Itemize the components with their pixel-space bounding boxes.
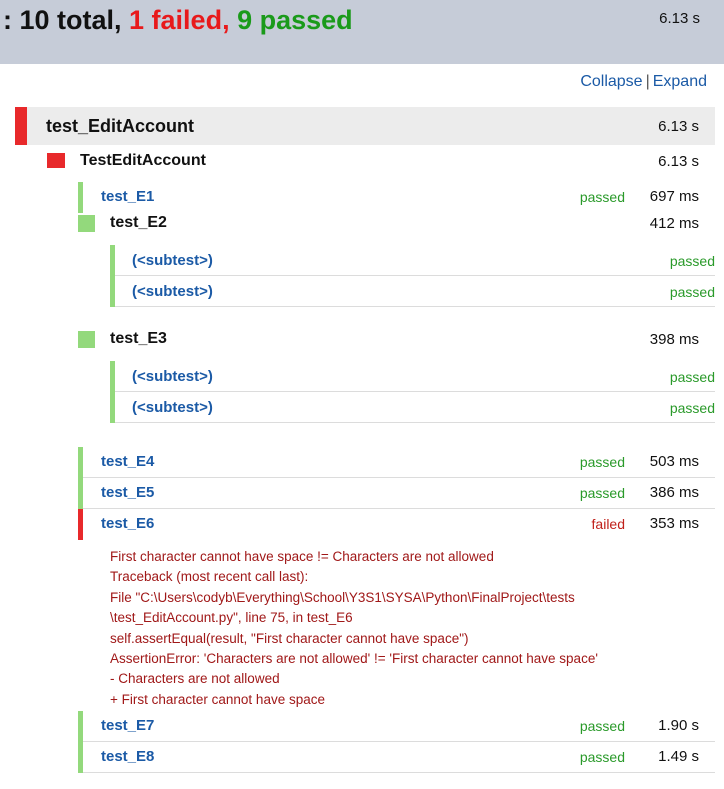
traceback-line: File "C:\Users\codyb\Everything\School\Y… [110,589,575,605]
class-name: TestEditAccount [80,152,206,169]
passed-status-bar [110,276,115,307]
test-time: 1.49 s [658,748,699,765]
test-name[interactable]: test_E6 [101,515,154,532]
passed-status-square [78,331,95,348]
subtest-row[interactable]: (<subtest>) passed [110,392,715,423]
failure-traceback: First character cannot have space != Cha… [110,547,710,710]
summary-passed: 9 passed [237,5,353,35]
test-group-name: test_E2 [110,214,167,231]
test-time: 353 ms [649,515,699,532]
traceback-line: Traceback (most recent call last): [110,569,309,585]
passed-status-bar [78,478,83,509]
module-time: 6.13 s [658,118,699,135]
traceback-line: self.assertEqual(result, "First characte… [110,630,469,646]
test-name[interactable]: test_E8 [101,748,154,765]
test-group-name: test_E3 [110,330,167,347]
collapse-expand-links: Collapse | Expand [580,73,707,91]
test-group-time: 412 ms [649,215,699,232]
subtest-name[interactable]: (<subtest>) [132,283,213,300]
summary-text: : 10 total, 1 failed, 9 passed [3,4,353,36]
failed-status-bar [78,509,83,540]
class-row-testeditaccount[interactable]: TestEditAccount 6.13 s [47,150,715,174]
test-row-e6[interactable]: test_E6 failed 353 ms [78,509,715,540]
link-separator: | [645,73,650,90]
test-group-time: 398 ms [649,331,699,348]
passed-status-bar [78,447,83,478]
expand-link[interactable]: Expand [653,73,707,90]
passed-status-bar [78,711,83,742]
subtest-row[interactable]: (<subtest>) passed [110,276,715,307]
test-row-e1[interactable]: test_E1 passed 697 ms [78,182,715,213]
traceback-line: + First character cannot have space [110,691,325,707]
test-status: passed [579,454,625,470]
summary-failed: 1 failed, [129,5,230,35]
test-group-e3[interactable]: test_E3 398 ms [78,328,715,352]
passed-status-bar [78,742,83,773]
summary-total-time: 6.13 s [659,10,700,27]
test-group-e2[interactable]: test_E2 412 ms [78,212,715,236]
test-status: failed [591,516,625,532]
test-name[interactable]: test_E5 [101,484,154,501]
test-name[interactable]: test_E4 [101,453,154,470]
subtest-status: passed [669,400,715,416]
test-row-e7[interactable]: test_E7 passed 1.90 s [78,711,715,742]
module-row-test-editaccount[interactable]: test_EditAccount 6.13 s [15,107,715,145]
summary-total: : 10 total, [3,5,130,35]
subtest-status: passed [669,253,715,269]
passed-status-bar [110,392,115,423]
failed-status-bar [15,107,27,145]
subtest-row[interactable]: (<subtest>) passed [110,361,715,392]
test-time: 503 ms [649,453,699,470]
subtest-status: passed [669,284,715,300]
test-time: 1.90 s [658,717,699,734]
subtest-name[interactable]: (<subtest>) [132,368,213,385]
failed-status-square [47,153,65,168]
test-status: passed [579,718,625,734]
test-row-e8[interactable]: test_E8 passed 1.49 s [78,742,715,773]
passed-status-bar [110,245,115,276]
summary-header: : 10 total, 1 failed, 9 passed 6.13 s [0,0,724,64]
passed-status-square [78,215,95,232]
traceback-line: - Characters are not allowed [110,671,280,687]
test-name[interactable]: test_E1 [101,188,154,205]
collapse-link[interactable]: Collapse [580,73,642,90]
test-time: 697 ms [649,188,699,205]
test-time: 386 ms [649,484,699,501]
subtest-row[interactable]: (<subtest>) passed [110,245,715,276]
traceback-line: AssertionError: 'Characters are not allo… [110,651,598,667]
subtest-name[interactable]: (<subtest>) [132,399,213,416]
test-row-e5[interactable]: test_E5 passed 386 ms [78,478,715,509]
module-name: test_EditAccount [46,116,195,136]
test-row-e4[interactable]: test_E4 passed 503 ms [78,447,715,478]
traceback-line: \test_EditAccount.py", line 75, in test_… [110,610,353,626]
test-status: passed [579,749,625,765]
subtest-name[interactable]: (<subtest>) [132,252,213,269]
passed-status-bar [110,361,115,392]
test-status: passed [579,189,625,205]
subtest-status: passed [669,369,715,385]
class-time: 6.13 s [658,153,699,170]
test-name[interactable]: test_E7 [101,717,154,734]
passed-status-bar [78,182,83,213]
test-status: passed [579,485,625,501]
traceback-line: First character cannot have space != Cha… [110,549,494,564]
